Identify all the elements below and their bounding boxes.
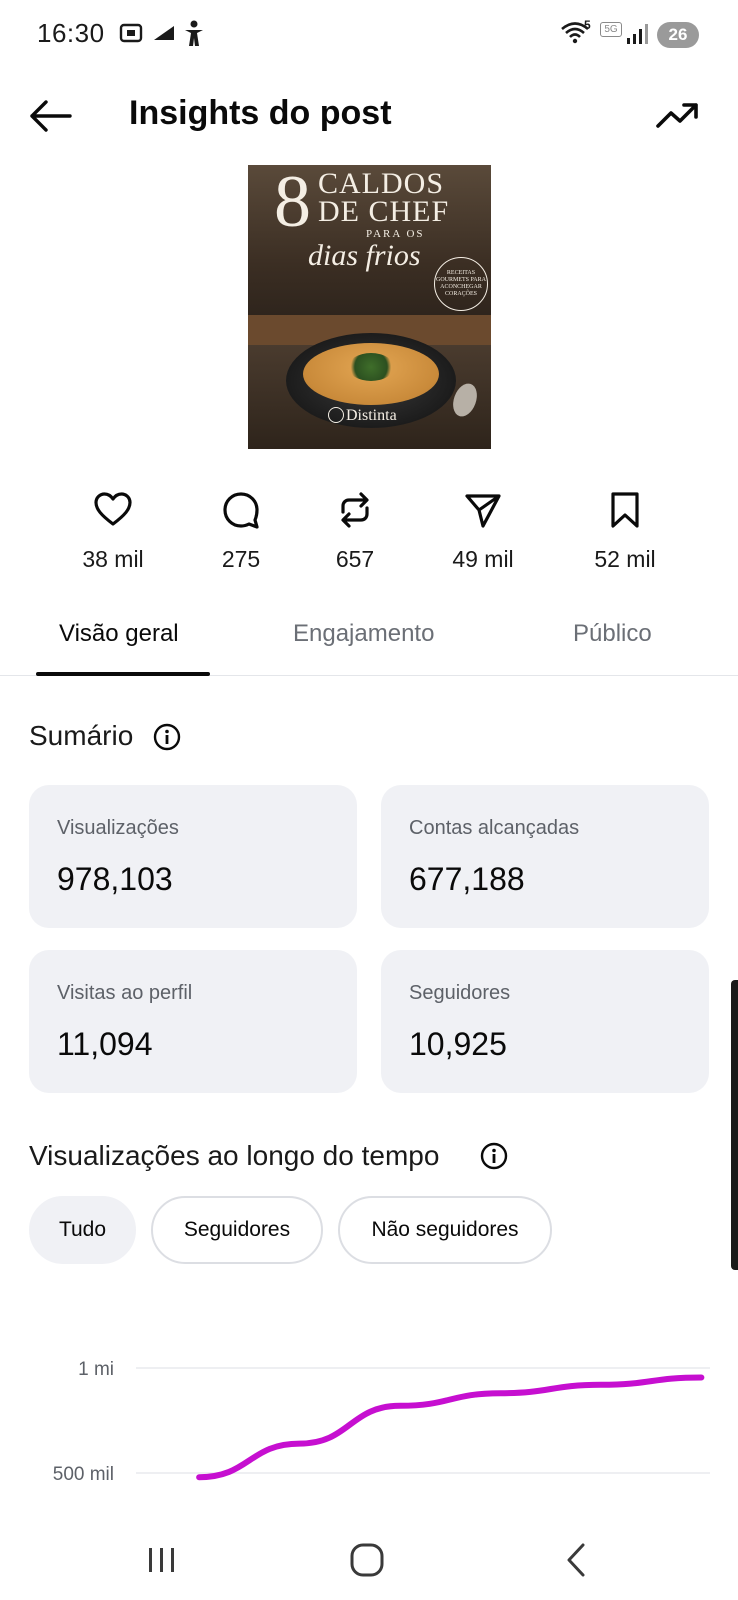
accessibility-icon: [182, 20, 206, 53]
summary-title: Sumário: [29, 720, 134, 751]
tab-engagement[interactable]: Engajamento: [293, 620, 434, 648]
card-views: Visualizações 978,103: [29, 785, 357, 928]
stat-shares-value: 49 mil: [452, 546, 514, 572]
card-profile-visits-label: Visitas ao perfil: [57, 982, 193, 1004]
chart-series-line: [196, 1374, 705, 1481]
comment-icon: [223, 492, 259, 529]
stat-reposts: 657: [300, 490, 410, 573]
system-nav-bar: [0, 1520, 738, 1600]
network-type-badge: 5G: [600, 22, 622, 37]
bookmark-icon: [611, 492, 639, 528]
page-title: Insights do post: [129, 94, 392, 132]
info-icon: [153, 723, 181, 751]
stat-comments: 275: [186, 490, 296, 573]
card-views-value: 978,103: [57, 861, 173, 897]
trend-button[interactable]: [654, 94, 702, 138]
edge-panel-handle[interactable]: [731, 980, 738, 1270]
stat-likes: 38 mil: [58, 490, 168, 573]
stat-shares: 49 mil: [428, 490, 538, 573]
screenshot-icon: [118, 20, 144, 51]
cell-signal-icon: [625, 22, 649, 51]
stat-saves: 52 mil: [570, 490, 680, 573]
signal-bars-icon: [152, 20, 176, 51]
tab-active-indicator: [36, 672, 210, 676]
heart-icon: [94, 492, 132, 526]
chart-y-tick-label: 500 mil: [53, 1464, 114, 1485]
recent-apps-button[interactable]: [138, 1538, 186, 1582]
battery-indicator: 26: [657, 22, 699, 48]
arrow-left-icon: [30, 100, 72, 132]
thumb-brand-logo: [328, 407, 344, 423]
chevron-left-icon: [567, 1543, 585, 1577]
chart-tick-labels: 1 mi 500 mil: [53, 1359, 114, 1485]
recent-apps-icon: [149, 1548, 174, 1572]
chart-y-tick-label: 1 mi: [78, 1359, 114, 1380]
card-accounts-reached-label: Contas alcançadas: [409, 817, 580, 839]
stat-likes-value: 38 mil: [82, 546, 144, 572]
card-followers: Seguidores 10,925: [381, 950, 709, 1093]
stat-reposts-value: 657: [335, 546, 375, 572]
header: Insights do post: [0, 80, 738, 150]
wifi-badge: 5: [584, 18, 591, 32]
repost-icon: [341, 492, 369, 528]
home-button[interactable]: [343, 1538, 391, 1582]
filter-chip-followers[interactable]: Seguidores: [151, 1196, 323, 1264]
card-followers-value: 10,925: [409, 1026, 507, 1062]
home-icon: [350, 1543, 384, 1577]
thumb-badge: RECEITAS GOURMETS PARA ACONCHEGAR CORAÇÕ…: [434, 257, 488, 311]
card-profile-visits: Visitas ao perfil 11,094: [29, 950, 357, 1093]
status-time: 16:30: [37, 18, 105, 48]
page: 16:30 5 5G 26 Insights do post 8 CALDOS …: [0, 0, 738, 1600]
thumb-garnish: [348, 353, 394, 381]
system-back-button[interactable]: [553, 1538, 601, 1582]
card-followers-label: Seguidores: [409, 982, 511, 1004]
tab-audience[interactable]: Público: [573, 620, 652, 648]
post-thumbnail[interactable]: 8 CALDOS DE CHEF PARA OS dias frios RECE…: [248, 165, 491, 449]
filter-chip-non-followers[interactable]: Não seguidores: [338, 1196, 552, 1264]
thumb-title-line2: DE CHEF: [318, 195, 450, 228]
summary-info-button[interactable]: [153, 723, 181, 751]
trending-up-icon: [656, 103, 698, 128]
card-profile-visits-value: 11,094: [57, 1026, 153, 1062]
views-chart: 1 mi 500 mil: [53, 1359, 710, 1485]
back-button[interactable]: [26, 94, 74, 138]
thumb-number: 8: [274, 165, 311, 243]
card-accounts-reached-value: 677,188: [409, 861, 525, 897]
stat-comments-value: 275: [221, 546, 261, 572]
views-over-time-title: Visualizações ao longo do tempo: [29, 1140, 440, 1171]
tab-overview[interactable]: Visão geral: [59, 620, 179, 648]
status-bar: 16:30 5 5G 26: [0, 0, 738, 70]
tabs: Visão geral Engajamento Público: [0, 612, 738, 676]
card-accounts-reached: Contas alcançadas 677,188: [381, 785, 709, 928]
views-over-time-info-button[interactable]: [480, 1142, 508, 1170]
card-views-label: Visualizações: [57, 817, 179, 839]
info-icon: [480, 1142, 508, 1170]
thumb-script: dias frios: [308, 239, 421, 272]
share-icon: [465, 494, 501, 528]
stat-saves-value: 52 mil: [594, 546, 656, 572]
thumb-brand: Distinta: [346, 407, 397, 424]
filter-chip-all[interactable]: Tudo: [29, 1196, 136, 1264]
